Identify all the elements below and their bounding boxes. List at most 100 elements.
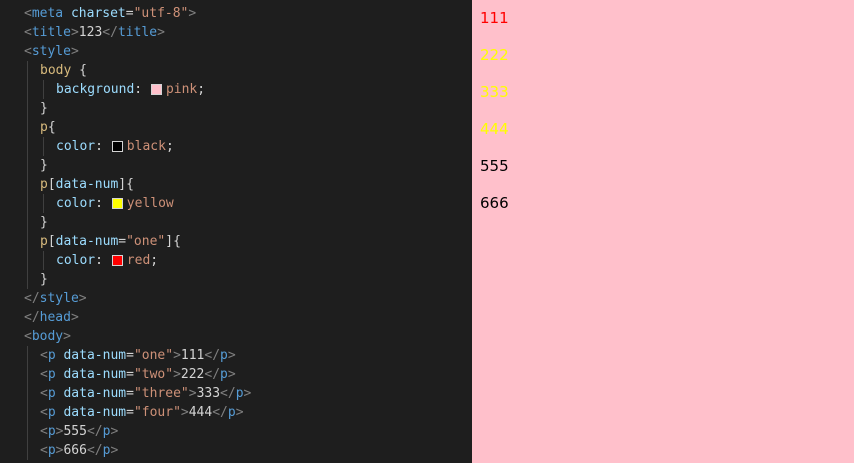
code-line[interactable]: < p >666 </p > bbox=[0, 441, 472, 460]
code-token: > bbox=[235, 405, 244, 420]
code-line[interactable]: < p >555 </p > bbox=[0, 422, 472, 441]
code-token: p bbox=[47, 405, 56, 420]
indent-guide bbox=[27, 213, 28, 232]
code-token: = bbox=[125, 6, 134, 21]
code-token: } bbox=[40, 158, 48, 173]
code-token: p bbox=[235, 386, 244, 401]
code-token: > bbox=[243, 386, 252, 401]
code-line[interactable]: < p data-num = "one" >111 </p > bbox=[0, 346, 472, 365]
code-token: color bbox=[56, 196, 96, 211]
code-token: } bbox=[40, 215, 48, 230]
code-token: p bbox=[47, 443, 56, 458]
code-token: 444 bbox=[188, 405, 213, 420]
code-token: </ bbox=[86, 424, 103, 439]
code-token: background bbox=[56, 82, 135, 97]
code-token: < bbox=[40, 367, 48, 382]
indent-guide bbox=[27, 194, 28, 213]
indent-guide bbox=[43, 137, 44, 156]
indent-guide bbox=[27, 422, 28, 441]
code-token: </ bbox=[86, 443, 103, 458]
code-line[interactable]: color: yellow bbox=[0, 194, 472, 213]
code-line[interactable]: } bbox=[0, 213, 472, 232]
code-line[interactable]: < meta charset = "utf-8" > bbox=[0, 4, 472, 23]
color-swatch-icon[interactable] bbox=[150, 84, 162, 95]
preview-paragraph: 111 bbox=[480, 9, 509, 27]
code-token: > bbox=[110, 424, 119, 439]
code-token: p bbox=[40, 234, 48, 249]
code-token: = bbox=[126, 405, 134, 420]
code-token: p bbox=[220, 367, 228, 382]
code-line[interactable]: </style > bbox=[0, 289, 472, 308]
code-token: head bbox=[39, 310, 71, 325]
indent-guide bbox=[27, 232, 28, 251]
code-token: < bbox=[40, 348, 48, 363]
code-line[interactable]: </head > bbox=[0, 308, 472, 327]
code-line[interactable]: < body > bbox=[0, 327, 472, 346]
code-token: "four" bbox=[133, 405, 181, 420]
color-swatch-icon[interactable] bbox=[111, 141, 123, 152]
indent-guide bbox=[27, 156, 28, 175]
code-line[interactable]: < title >123 </title > bbox=[0, 23, 472, 42]
indent-guide bbox=[43, 194, 44, 213]
code-token: > bbox=[157, 25, 165, 40]
code-token: : bbox=[134, 82, 150, 97]
code-token: 555 bbox=[63, 424, 87, 439]
code-token: > bbox=[63, 329, 71, 344]
code-token: p bbox=[40, 120, 48, 135]
indent-guide bbox=[27, 403, 28, 422]
code-line[interactable]: < p data-num = "three" >333 </p > bbox=[0, 384, 472, 403]
code-line[interactable]: background: pink; bbox=[0, 80, 472, 99]
code-token: red bbox=[126, 253, 151, 268]
indent-guide bbox=[27, 251, 28, 270]
code-token: meta bbox=[31, 6, 64, 21]
code-token: data-num bbox=[55, 177, 119, 192]
code-line[interactable]: < p data-num = "two" >222 </p > bbox=[0, 365, 472, 384]
code-token: </ bbox=[24, 291, 40, 306]
code-token: > bbox=[188, 386, 197, 401]
workspace: < meta charset = "utf-8" > < title >123 </title >… bbox=[0, 0, 854, 463]
code-editor[interactable]: < meta charset = "utf-8" > < title >123 </title >… bbox=[0, 0, 472, 463]
code-token: { bbox=[47, 120, 56, 135]
code-line[interactable]: } bbox=[0, 99, 472, 118]
code-token: body bbox=[40, 63, 72, 78]
code-line[interactable]: } bbox=[0, 156, 472, 175]
code-line[interactable]: < p data-num = "four" >444 </p > bbox=[0, 403, 472, 422]
code-line[interactable]: color: red; bbox=[0, 251, 472, 270]
code-token: : bbox=[95, 139, 111, 154]
code-token: yellow bbox=[126, 196, 174, 211]
indent-guide bbox=[43, 80, 44, 99]
code-line[interactable]: color: black; bbox=[0, 137, 472, 156]
code-token: = bbox=[126, 367, 134, 382]
indent-guide bbox=[27, 118, 28, 137]
code-line[interactable]: p[data-num = "one"]{ bbox=[0, 232, 472, 251]
code-token: "one" bbox=[133, 348, 174, 363]
code-line[interactable]: } bbox=[0, 270, 472, 289]
browser-preview: 111 222 333 444 555 666 bbox=[472, 0, 854, 463]
code-token: data-num bbox=[63, 367, 127, 382]
code-token: title bbox=[117, 25, 158, 40]
code-token: = bbox=[118, 234, 127, 249]
preview-paragraph: 333 bbox=[480, 83, 509, 101]
code-token: body bbox=[31, 329, 64, 344]
indent-guide bbox=[27, 384, 28, 403]
code-token: 333 bbox=[196, 386, 221, 401]
indent-guide bbox=[27, 346, 28, 365]
color-swatch-icon[interactable] bbox=[111, 255, 123, 266]
code-line[interactable]: p[data-num]{ bbox=[0, 175, 472, 194]
code-token: ; bbox=[150, 253, 159, 268]
code-line[interactable]: < style > bbox=[0, 42, 472, 61]
code-line[interactable]: body { bbox=[0, 61, 472, 80]
indent-guide bbox=[27, 365, 28, 384]
code-token: "one" bbox=[126, 234, 166, 249]
indent-guide bbox=[27, 137, 28, 156]
code-token: > bbox=[78, 291, 87, 306]
code-token: data-num bbox=[63, 348, 127, 363]
code-token: </ bbox=[24, 310, 40, 325]
color-swatch-icon[interactable] bbox=[111, 198, 123, 209]
code-line[interactable]: p{ bbox=[0, 118, 472, 137]
code-token: </ bbox=[102, 25, 118, 40]
code-token: > bbox=[173, 348, 181, 363]
